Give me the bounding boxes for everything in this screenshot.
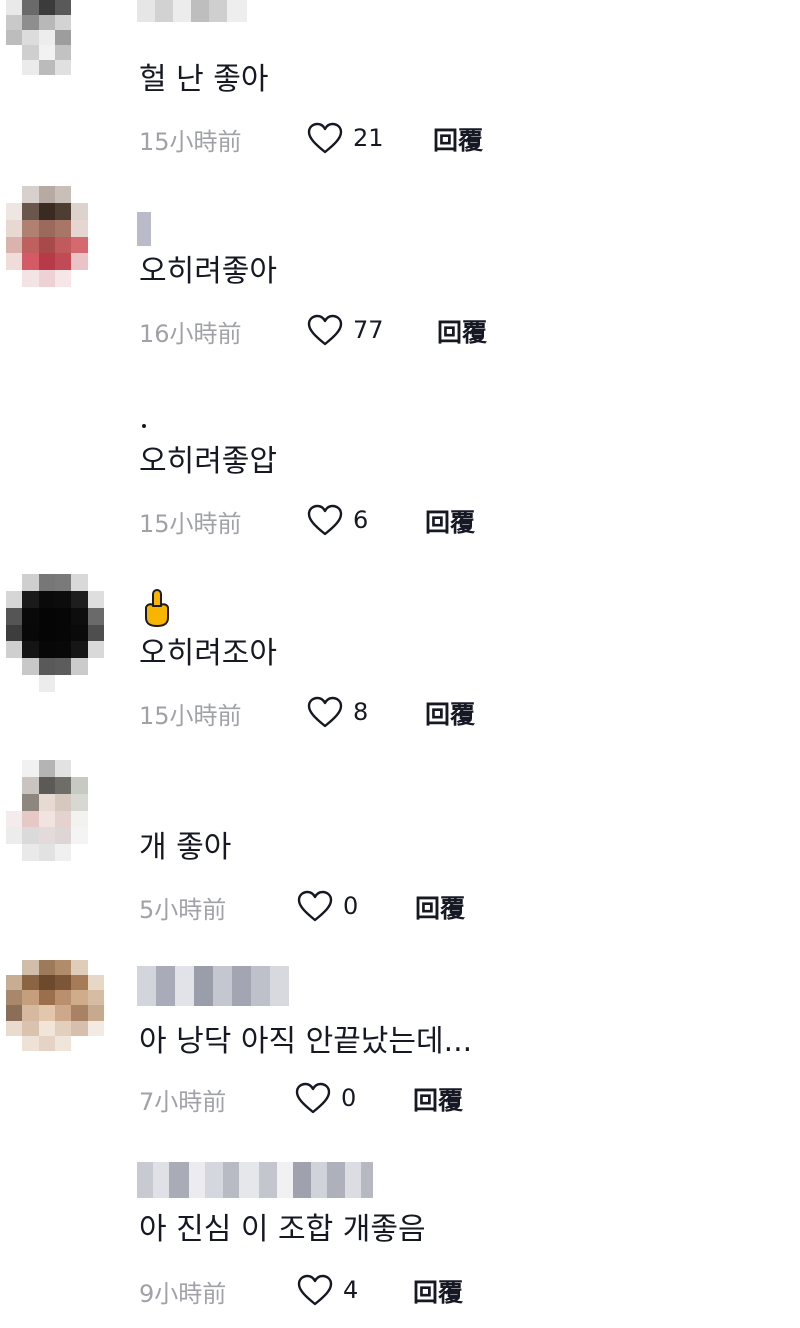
- comment-time: 15小時前: [139, 128, 242, 156]
- comment-meta: 9小時前 4 回覆: [139, 1270, 659, 1310]
- heart-outline-icon: [307, 504, 343, 536]
- like-button[interactable]: 0: [295, 1080, 356, 1116]
- comment-time: 15小時前: [139, 702, 242, 730]
- reply-button[interactable]: 回覆: [415, 889, 465, 925]
- comment-text: 아 진심 이 조합 개좋음: [139, 1212, 426, 1247]
- like-count: 0: [343, 892, 359, 920]
- comment-time: 7小時前: [139, 1088, 227, 1116]
- heart-outline-icon: [307, 696, 343, 728]
- comment-time: 15小時前: [139, 510, 242, 538]
- comment-meta: 16小時前 77 回覆: [139, 310, 659, 350]
- like-button[interactable]: 6: [307, 502, 368, 538]
- avatar[interactable]: [6, 186, 104, 304]
- avatar[interactable]: [6, 574, 104, 692]
- reply-button[interactable]: 回覆: [413, 1273, 463, 1309]
- reply-button[interactable]: 回覆: [433, 121, 483, 157]
- comment-text: 오히려좋압: [139, 444, 277, 479]
- reply-button[interactable]: 回覆: [413, 1081, 463, 1117]
- reply-button[interactable]: 回覆: [425, 503, 475, 539]
- comment-text: 헐 난 좋아: [139, 62, 269, 97]
- comment-text: 아 낭닥 아직 안끝났는데...: [139, 1024, 473, 1059]
- comment-text: 개 좋아: [139, 830, 232, 865]
- heart-outline-icon: [295, 1082, 331, 1114]
- comment-meta: 7小時前 0 回覆: [139, 1078, 659, 1118]
- avatar[interactable]: [6, 0, 104, 105]
- reply-button[interactable]: 回覆: [425, 695, 475, 731]
- comment-time: 5小時前: [139, 896, 227, 924]
- like-count: 4: [343, 1276, 359, 1304]
- heart-outline-icon: [297, 890, 333, 922]
- username-dot[interactable]: [142, 424, 146, 428]
- avatar[interactable]: [6, 760, 104, 878]
- comment-meta: 5小時前 0 回覆: [139, 886, 659, 926]
- like-button[interactable]: 4: [297, 1272, 358, 1308]
- like-count: 8: [353, 698, 369, 726]
- comment-text: 오히려좋아: [139, 254, 277, 289]
- middle-finger-emoji-icon[interactable]: [141, 588, 173, 632]
- avatar[interactable]: [6, 960, 104, 1066]
- reply-button[interactable]: 回覆: [437, 313, 487, 349]
- like-button[interactable]: 77: [307, 312, 384, 348]
- comment-meta: 15小時前 6 回覆: [139, 500, 659, 540]
- heart-outline-icon: [307, 122, 343, 154]
- comment-meta: 15小時前 21 回覆: [139, 118, 659, 158]
- heart-outline-icon: [297, 1274, 333, 1306]
- comment-time: 9小時前: [139, 1280, 227, 1308]
- like-button[interactable]: 0: [297, 888, 358, 924]
- username-pixelated[interactable]: [137, 1162, 373, 1198]
- username-pixelated[interactable]: [137, 966, 289, 1006]
- like-button[interactable]: 8: [307, 694, 368, 730]
- username-pixelated[interactable]: [137, 0, 247, 22]
- like-button[interactable]: 21: [307, 120, 384, 156]
- comment-text: 오히려조아: [139, 636, 277, 671]
- like-count: 21: [353, 124, 384, 152]
- comment-meta: 15小時前 8 回覆: [139, 692, 659, 732]
- like-count: 77: [353, 316, 384, 344]
- username-pixelated[interactable]: [137, 212, 151, 246]
- heart-outline-icon: [307, 314, 343, 346]
- comment-time: 16小時前: [139, 320, 242, 348]
- like-count: 0: [341, 1084, 357, 1112]
- like-count: 6: [353, 506, 369, 534]
